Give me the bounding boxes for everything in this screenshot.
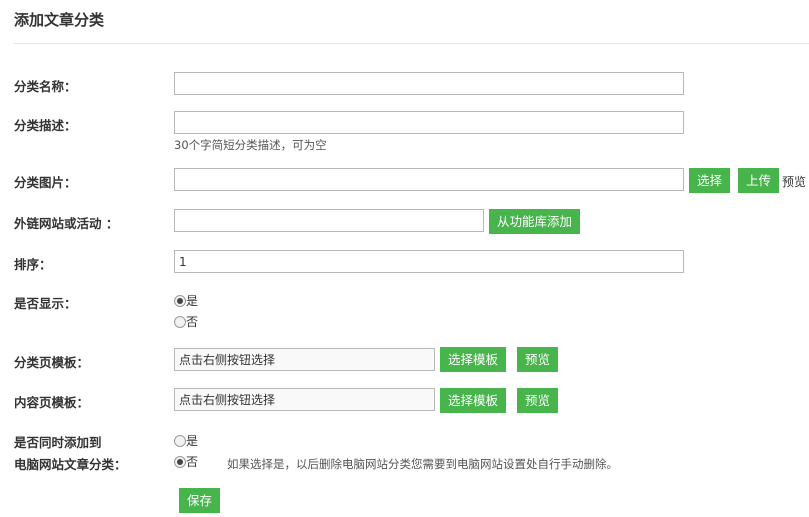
description-label: 分类描述： [14, 118, 77, 133]
add-from-library-button[interactable]: 从功能库添加 [489, 209, 581, 234]
image-preview-text: 预览 [782, 175, 807, 189]
visible-label: 是否显示： [14, 296, 77, 311]
name-label: 分类名称： [14, 79, 77, 94]
sync-pc-no-text: 否 [186, 455, 199, 469]
image-select-button[interactable]: 选择 [689, 168, 731, 193]
category-template-select-button[interactable]: 选择模板 [440, 347, 507, 372]
sync-pc-option-yes[interactable]: 是 [174, 432, 198, 449]
sync-pc-no-radio[interactable] [174, 455, 186, 468]
visible-yes-radio[interactable] [174, 294, 186, 307]
external-link-input[interactable] [174, 209, 484, 232]
image-upload-button[interactable]: 上传 [738, 168, 780, 193]
external-link-label: 外链网站或活动 ： [14, 216, 119, 231]
sync-pc-option-no[interactable]: 否 [174, 453, 198, 470]
sort-label: 排序： [14, 257, 52, 272]
sync-pc-label-line2: 电脑网站文章分类： [14, 457, 127, 472]
category-template-input[interactable] [174, 348, 435, 371]
visible-option-yes[interactable]: 是 [174, 292, 198, 309]
sync-pc-yes-radio[interactable] [174, 434, 186, 447]
visible-option-no[interactable]: 否 [174, 313, 198, 330]
sync-pc-label-line1: 是否同时添加到 [14, 435, 102, 450]
content-template-label: 内容页模板： [14, 395, 90, 410]
save-button[interactable]: 保存 [179, 488, 221, 513]
image-label: 分类图片： [14, 175, 77, 190]
page-title: 添加文章分类 [14, 11, 105, 29]
description-hint: 30个字简短分类描述，可为空 [174, 138, 327, 152]
sync-pc-yes-text: 是 [186, 434, 199, 448]
category-template-preview-button[interactable]: 预览 [517, 347, 559, 372]
name-input[interactable] [174, 72, 684, 95]
category-template-label: 分类页模板： [14, 355, 90, 370]
visible-no-radio[interactable] [174, 315, 186, 328]
sync-pc-hint: 如果选择是，以后删除电脑网站分类您需要到电脑网站设置处自行手动删除。 [227, 457, 618, 471]
visible-no-text: 否 [186, 315, 199, 329]
content-template-preview-button[interactable]: 预览 [517, 388, 559, 413]
content-template-input[interactable] [174, 388, 435, 411]
sort-input[interactable] [174, 250, 684, 273]
visible-yes-text: 是 [186, 294, 199, 308]
description-input[interactable] [174, 111, 684, 134]
image-input[interactable] [174, 168, 684, 191]
content-template-select-button[interactable]: 选择模板 [440, 388, 507, 413]
header-divider [14, 43, 809, 44]
